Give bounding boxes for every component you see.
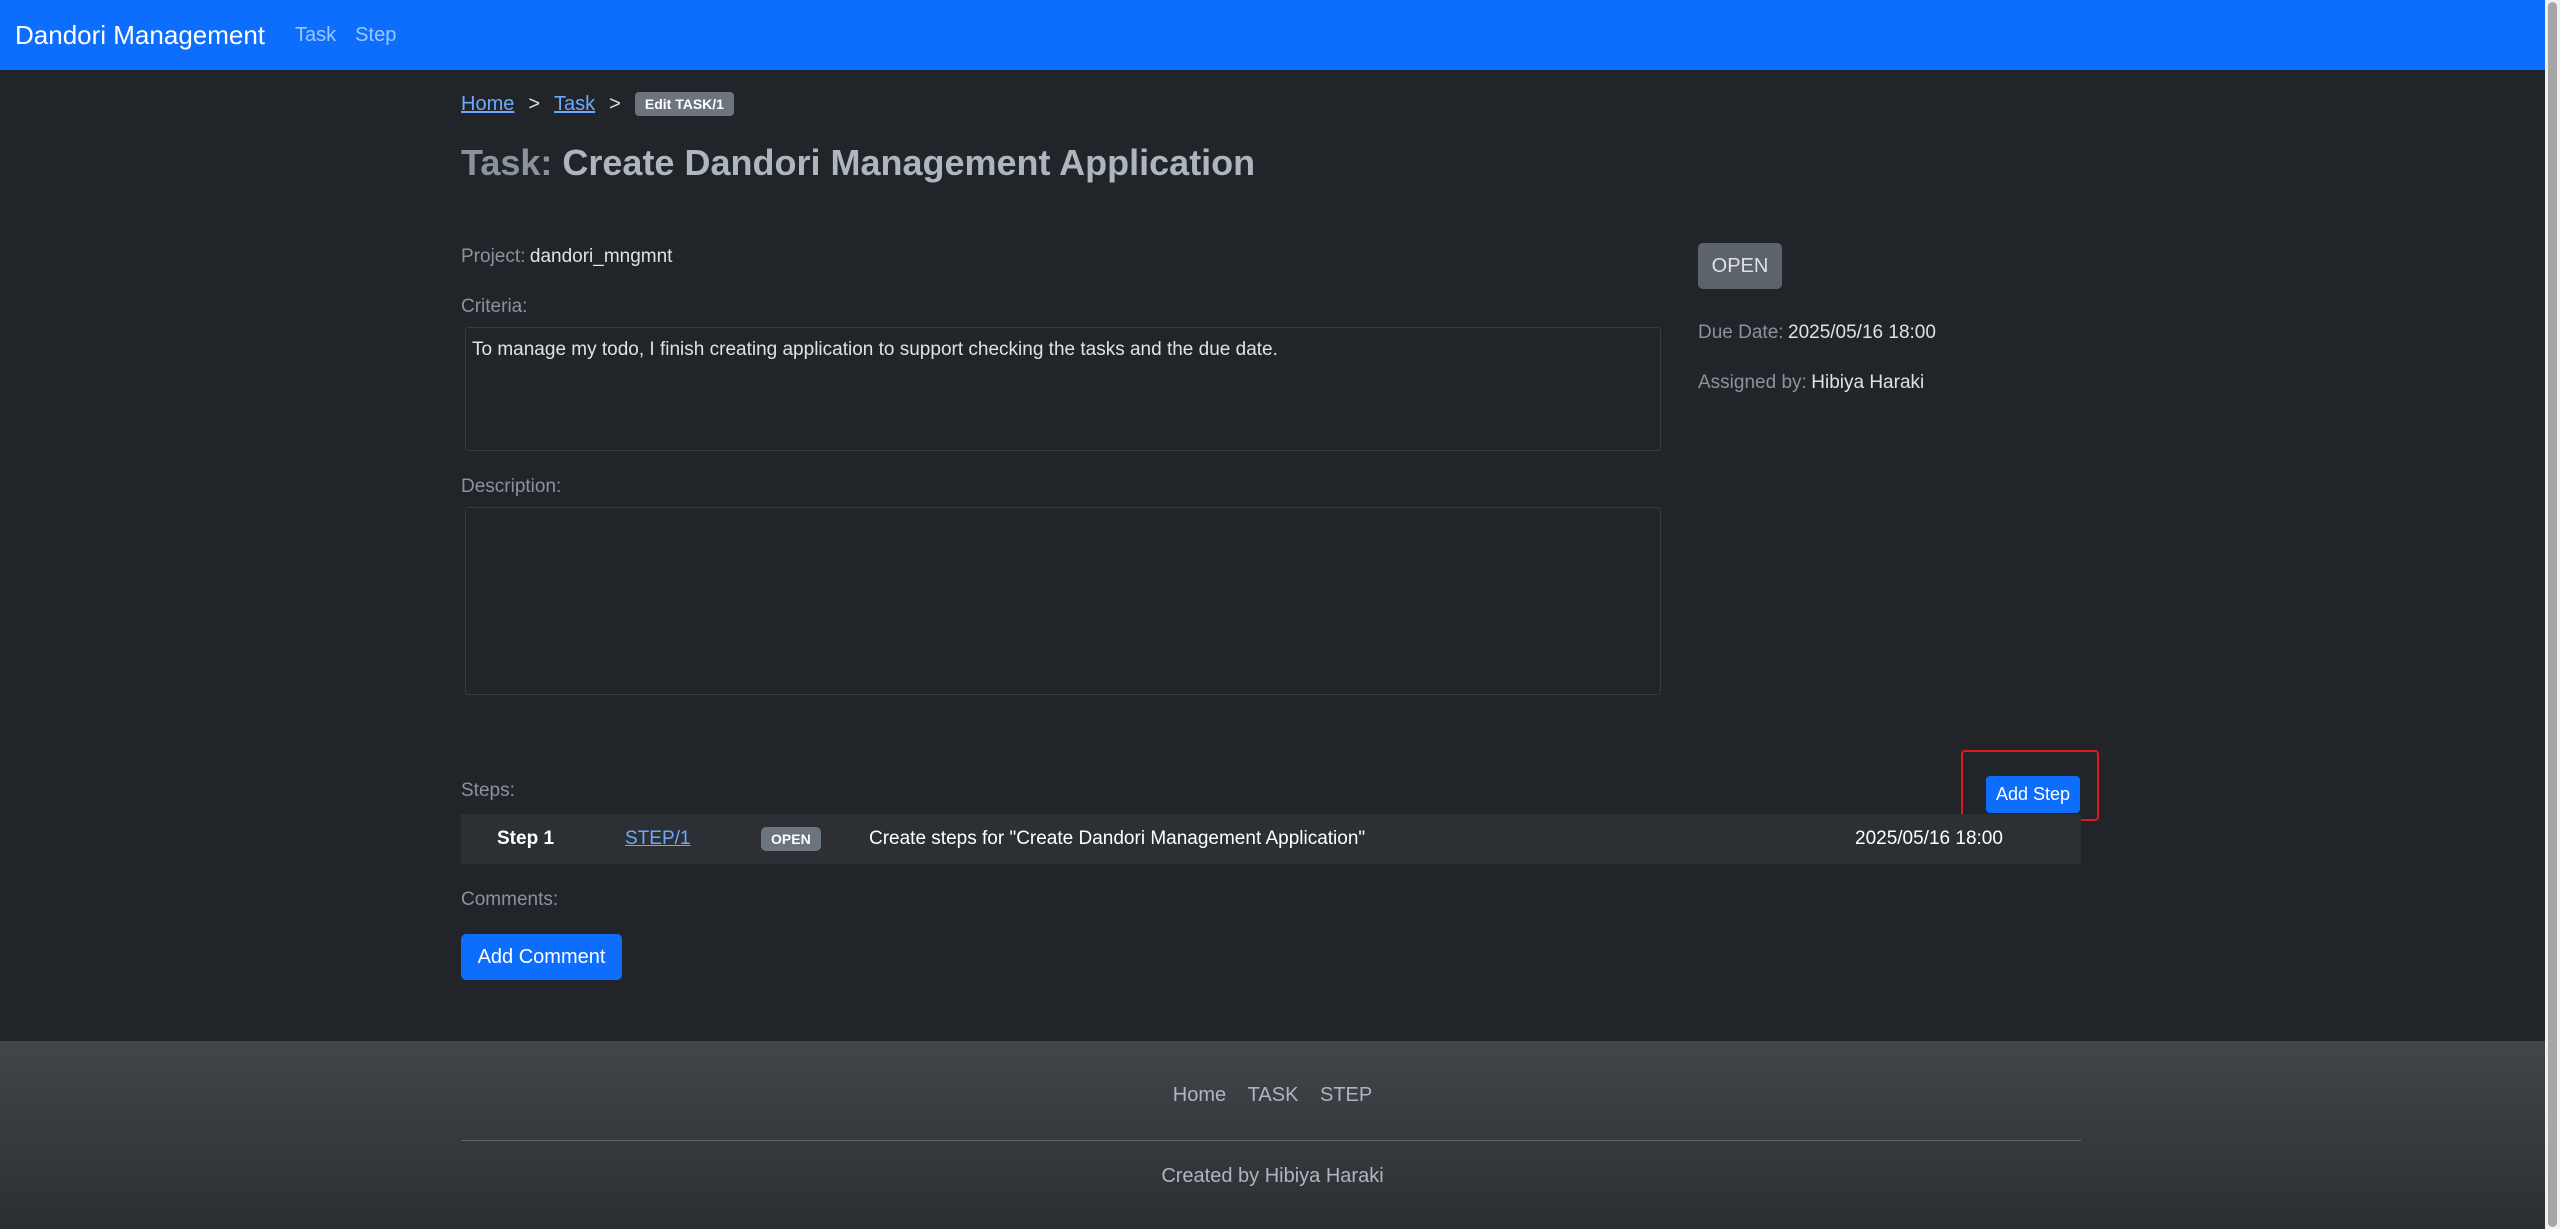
breadcrumb-separator: > <box>609 92 621 115</box>
comments-label: Comments: <box>461 889 559 910</box>
vertical-scrollbar[interactable] <box>2545 0 2560 1229</box>
page-title: Task: Create Dandori Management Applicat… <box>461 142 1255 184</box>
breadcrumb-task-link[interactable]: Task <box>554 93 595 116</box>
nav-link-task[interactable]: Task <box>295 24 336 47</box>
step-id-link[interactable]: STEP/1 <box>625 828 690 850</box>
footer-link-task[interactable]: TASK <box>1248 1084 1299 1106</box>
page-title-text: Create Dandori Management Application <box>562 142 1256 183</box>
footer-link-step[interactable]: STEP <box>1320 1084 1372 1106</box>
navbar-brand[interactable]: Dandori Management <box>15 20 265 51</box>
add-step-button[interactable]: Add Step <box>1986 776 2080 813</box>
step-status-badge: OPEN <box>761 827 821 851</box>
steps-label: Steps: <box>461 780 515 801</box>
breadcrumb-home-link[interactable]: Home <box>461 93 514 116</box>
project-label: Project: <box>461 246 526 267</box>
criteria-label: Criteria: <box>461 296 528 317</box>
criteria-field[interactable]: To manage my todo, I finish creating app… <box>465 327 1661 451</box>
add-comment-button[interactable]: Add Comment <box>461 934 622 980</box>
footer-links: Home TASK STEP <box>0 1084 2545 1107</box>
due-date-label: Due Date: <box>1698 322 1784 343</box>
breadcrumb: Home > Task > Edit TASK/1 <box>461 92 734 116</box>
footer-divider <box>461 1140 2081 1141</box>
nav-link-step[interactable]: Step <box>355 24 396 47</box>
due-date-value: 2025/05/16 18:00 <box>1788 322 1936 343</box>
assigned-by-row: Assigned by: Hibiya Haraki <box>1698 372 1924 394</box>
assigned-by-label: Assigned by: <box>1698 372 1807 393</box>
project-row: Project: dandori_mngmnt <box>461 246 672 268</box>
description-label: Description: <box>461 476 562 497</box>
page-title-prefix: Task: <box>461 142 553 183</box>
top-navbar: Dandori Management Task Step <box>0 0 2545 70</box>
footer-credit: Created by Hibiya Haraki <box>1161 1165 1384 1187</box>
project-value: dandori_mngmnt <box>529 246 673 267</box>
scrollbar-thumb[interactable] <box>2548 2 2557 1227</box>
footer: Home TASK STEP Created by Hibiya Haraki <box>0 1041 2545 1229</box>
step-number: Step 1 <box>497 828 555 849</box>
task-status-button[interactable]: OPEN <box>1698 243 1782 289</box>
step-due-date: 2025/05/16 18:00 <box>1855 828 2003 849</box>
table-row: Step 1 STEP/1 OPEN Create steps for "Cre… <box>461 814 2081 864</box>
breadcrumb-current-badge: Edit TASK/1 <box>634 92 734 116</box>
description-field[interactable] <box>465 507 1661 695</box>
breadcrumb-separator: > <box>528 92 541 115</box>
step-title: Create steps for "Create Dandori Managem… <box>869 828 1366 849</box>
due-date-row: Due Date: 2025/05/16 18:00 <box>1698 322 1936 344</box>
footer-link-home[interactable]: Home <box>1173 1084 1226 1106</box>
assigned-by-value: Hibiya Haraki <box>1811 372 1925 393</box>
